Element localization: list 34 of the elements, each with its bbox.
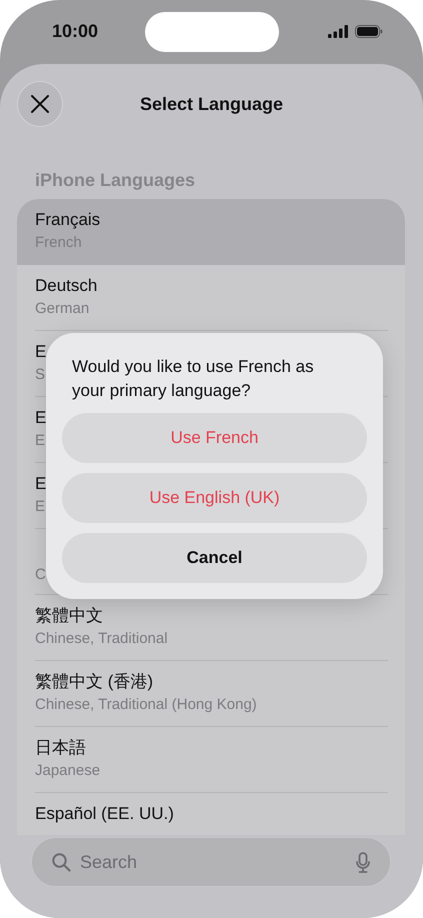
close-icon bbox=[31, 95, 49, 113]
language-name: E bbox=[35, 407, 46, 429]
language-name: Deutsch bbox=[35, 275, 98, 297]
language-row[interactable]: 繁體中文 Chinese, Traditional bbox=[17, 595, 405, 661]
signal-icon bbox=[328, 24, 349, 38]
language-subtitle: C bbox=[35, 565, 46, 585]
language-subtitle: S bbox=[35, 365, 46, 385]
language-name: 繁體中文 bbox=[35, 605, 103, 627]
status-time: 10:00 bbox=[52, 20, 100, 42]
language-subtitle: E bbox=[35, 497, 46, 517]
language-row[interactable]: 日本語 Japanese bbox=[17, 727, 405, 793]
cancel-button[interactable]: Cancel bbox=[62, 533, 367, 583]
language-subtitle: Chinese, Traditional (Hong Kong) bbox=[35, 695, 257, 715]
sheet-title: Select Language bbox=[140, 94, 284, 114]
language-name: 日本語 bbox=[35, 737, 86, 759]
language-name: E bbox=[35, 473, 46, 495]
language-name: 繁體中文 (香港) bbox=[35, 671, 154, 693]
battery-icon bbox=[355, 24, 383, 38]
language-name: E bbox=[35, 341, 46, 363]
language-name: Español (EE. UU.) bbox=[35, 803, 174, 825]
language-subtitle: German bbox=[35, 299, 90, 319]
language-name: Français bbox=[35, 209, 100, 231]
language-subtitle: Japanese bbox=[35, 761, 100, 781]
search-field[interactable]: Search bbox=[80, 852, 347, 872]
search-icon bbox=[52, 852, 71, 872]
close-button[interactable] bbox=[17, 81, 63, 127]
language-subtitle: E bbox=[35, 431, 46, 451]
search-bar[interactable]: Search bbox=[31, 837, 391, 887]
section-title: iPhone Languages bbox=[34, 169, 196, 192]
microphone-icon[interactable] bbox=[356, 852, 370, 872]
language-subtitle: Chinese, Traditional bbox=[35, 629, 168, 649]
language-row[interactable]: 繁體中文 (香港) Chinese, Traditional (Hong Kong) bbox=[17, 661, 405, 727]
alert-message: Would you like to use French as your primary language? bbox=[72, 356, 315, 402]
language-row[interactable]: Deutsch German bbox=[17, 265, 405, 331]
